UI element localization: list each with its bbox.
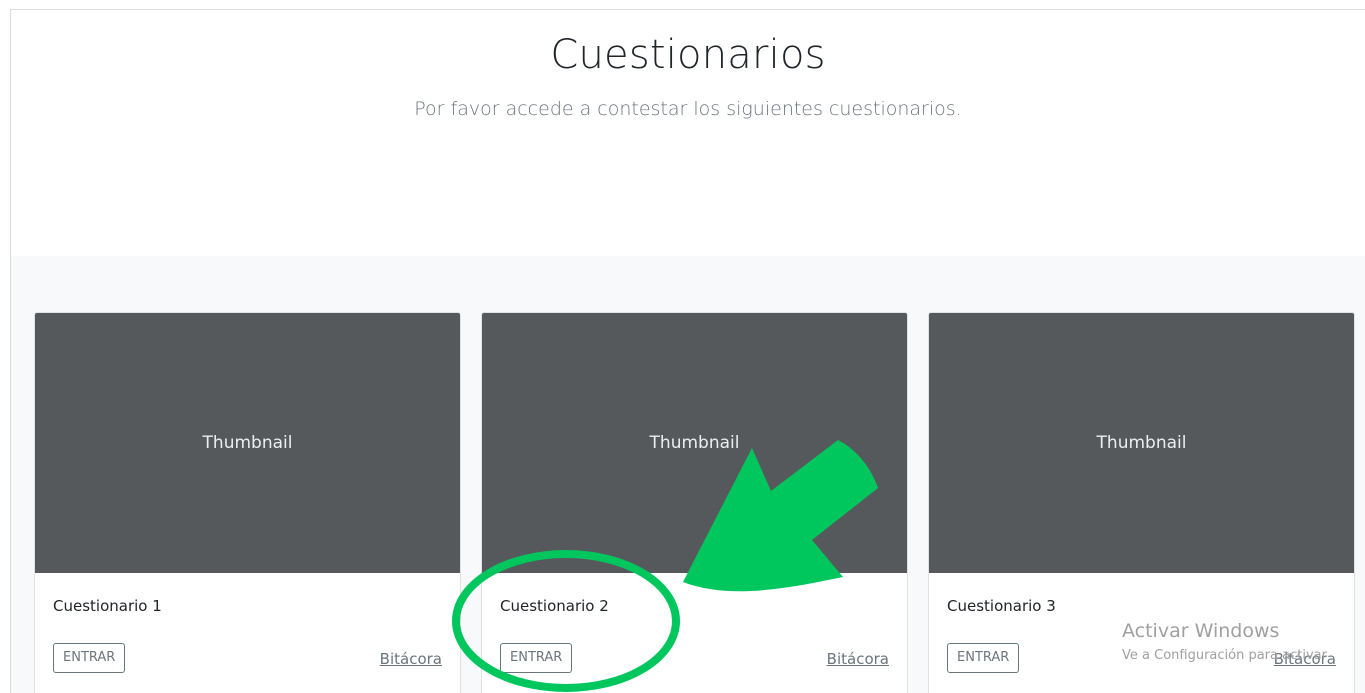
card-thumbnail: Thumbnail <box>929 313 1354 573</box>
card-cuestionario-2: Thumbnail Cuestionario 2 ENTRAR Bitácora <box>481 312 908 693</box>
card-title: Cuestionario 2 <box>500 597 609 615</box>
jumbotron: Cuestionarios Por favor accede a contest… <box>11 10 1365 255</box>
entrar-button[interactable]: ENTRAR <box>500 643 573 673</box>
card-title: Cuestionario 1 <box>53 597 162 615</box>
card-thumbnail: Thumbnail <box>35 313 460 573</box>
card-thumbnail: Thumbnail <box>482 313 907 573</box>
bitacora-link[interactable]: Bitácora <box>380 650 442 668</box>
page-frame: Cuestionarios Por favor accede a contest… <box>10 9 1365 693</box>
card-cuestionario-1: Thumbnail Cuestionario 1 ENTRAR Bitácora <box>34 312 461 693</box>
entrar-button[interactable]: ENTRAR <box>947 643 1020 673</box>
thumbnail-label: Thumbnail <box>649 433 740 453</box>
page-lead: Por favor accede a contestar los siguien… <box>414 98 962 120</box>
entrar-button[interactable]: ENTRAR <box>53 643 126 673</box>
bitacora-link[interactable]: Bitácora <box>827 650 889 668</box>
watermark-subtitle: Ve a Configuración para activar <box>1122 648 1327 663</box>
windows-activation-watermark: Activar Windows Ve a Configuración para … <box>1122 620 1327 663</box>
card-title: Cuestionario 3 <box>947 597 1056 615</box>
page-title: Cuestionarios <box>550 32 826 78</box>
watermark-title: Activar Windows <box>1122 620 1280 642</box>
thumbnail-label: Thumbnail <box>1096 433 1187 453</box>
thumbnail-label: Thumbnail <box>202 433 293 453</box>
